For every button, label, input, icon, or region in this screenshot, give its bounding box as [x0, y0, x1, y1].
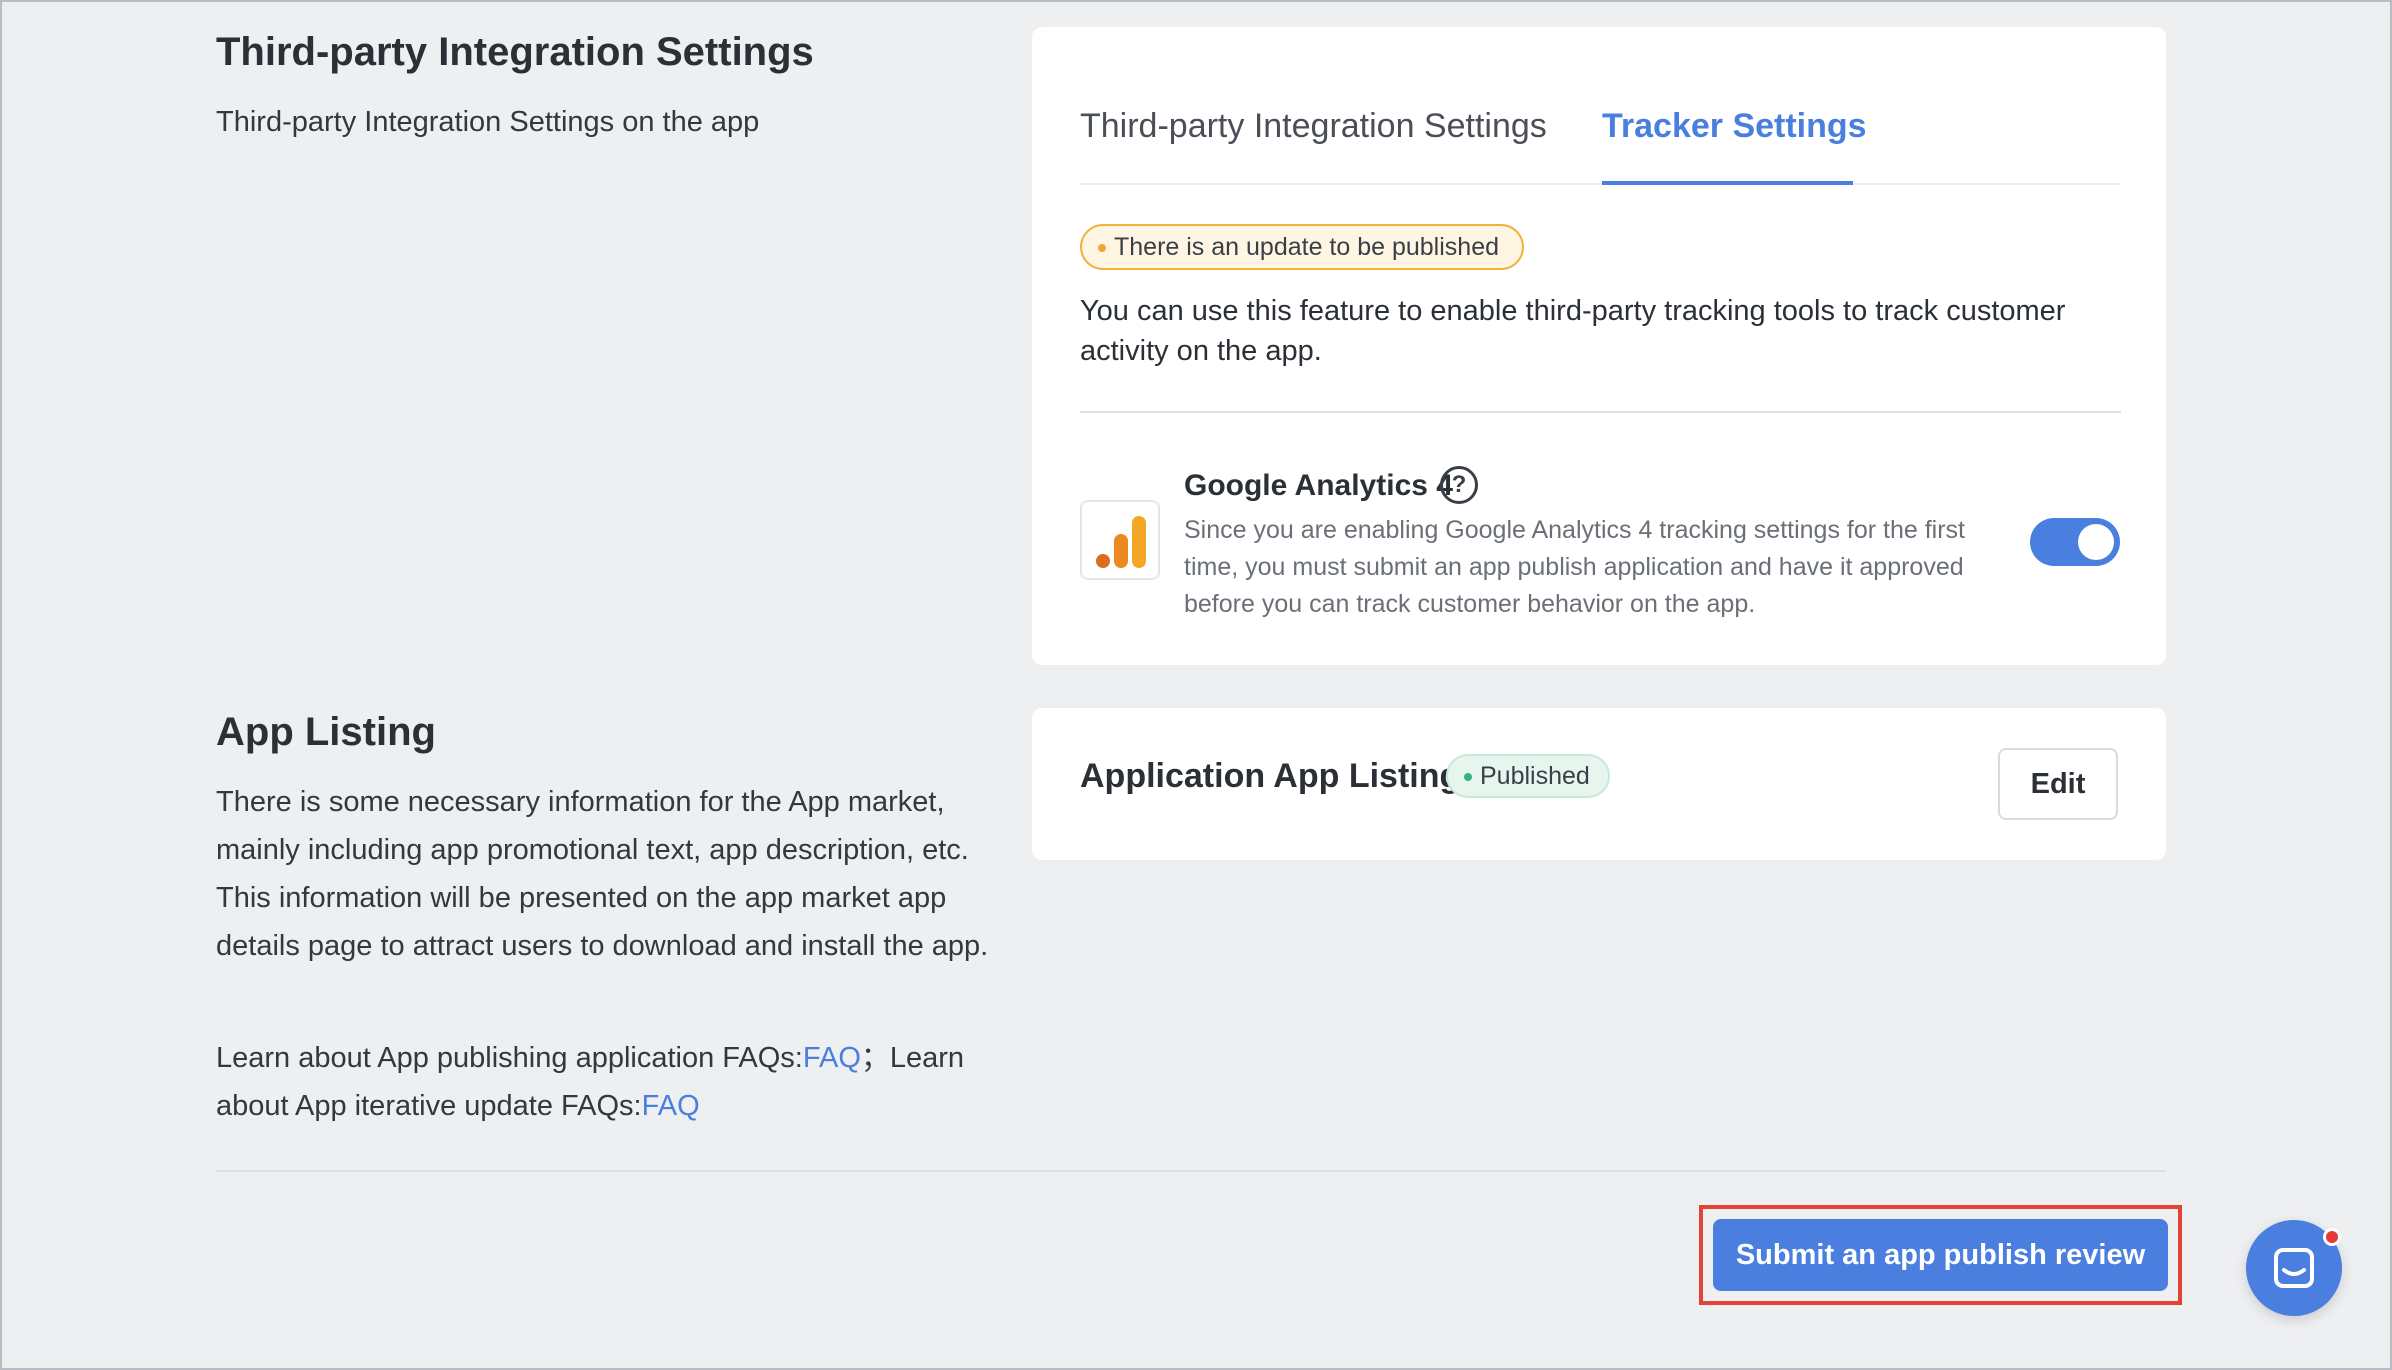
success-dot-icon [1464, 773, 1472, 781]
footer-divider [216, 1170, 2166, 1172]
tab-tracker-settings[interactable]: Tracker Settings [1602, 107, 1867, 146]
active-tab-indicator [1602, 181, 1853, 185]
submit-publish-review-button[interactable]: Submit an app publish review [1713, 1219, 2168, 1291]
faq-prefix-1: Learn about App publishing application F… [216, 1042, 803, 1074]
google-analytics-logo-icon [1080, 500, 1160, 580]
application-app-listing-title: Application App Listing [1080, 757, 1461, 795]
tab-bar: Third-party Integration Settings Tracker… [1080, 27, 2121, 185]
integration-section-title: Third-party Integration Settings [216, 30, 814, 74]
google-analytics-toggle[interactable] [2030, 518, 2120, 566]
warning-dot-icon [1098, 244, 1106, 252]
notification-dot-icon [2323, 1228, 2341, 1246]
tracker-feature-description: You can use this feature to enable third… [1080, 295, 2066, 367]
integration-section-description: Third-party Integration Settings on the … [216, 106, 760, 138]
update-badge-label: There is an update to be published [1114, 232, 1499, 261]
tab-third-party-integration[interactable]: Third-party Integration Settings [1080, 107, 1547, 146]
app-listing-section-title: App Listing [216, 710, 436, 754]
toggle-knob [2078, 524, 2114, 560]
faq-paragraph: Learn about App publishing application F… [216, 1034, 996, 1130]
published-status-badge: Published [1446, 754, 1610, 798]
tracker-settings-card: Third-party Integration Settings Tracker… [1032, 27, 2166, 665]
app-listing-description: There is some necessary information for … [216, 786, 989, 962]
update-pending-badge: There is an update to be published [1080, 224, 1524, 270]
published-badge-label: Published [1480, 761, 1590, 790]
faq-link-publishing[interactable]: FAQ [803, 1042, 861, 1074]
help-icon[interactable]: ? [1440, 466, 1478, 504]
edit-button[interactable]: Edit [1998, 748, 2118, 820]
google-analytics-title: Google Analytics 4 [1184, 469, 1453, 502]
google-analytics-description: Since you are enabling Google Analytics … [1184, 516, 1965, 618]
faq-link-iterative-update[interactable]: FAQ [642, 1090, 700, 1122]
divider [1080, 411, 2121, 413]
